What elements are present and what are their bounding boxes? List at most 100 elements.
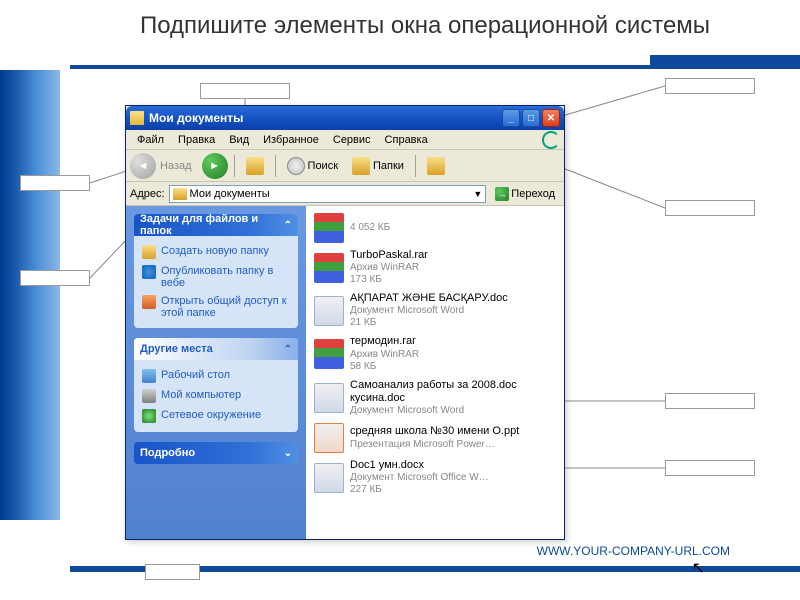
desktop-icon: [142, 369, 156, 383]
view-mode-button[interactable]: [422, 155, 450, 177]
callout-box[interactable]: [665, 460, 755, 476]
file-icon: [314, 463, 344, 493]
titlebar[interactable]: Мои документы _ □ ✕: [126, 106, 564, 130]
go-icon: →: [495, 187, 509, 201]
task-publish[interactable]: Опубликовать папку в вебе: [142, 262, 290, 292]
file-item[interactable]: средняя школа №30 имени О.ppt Презентаци…: [310, 420, 560, 456]
toolbar: ◄ Назад ► Поиск Папки: [126, 150, 564, 182]
place-computer[interactable]: Мой компьютер: [142, 386, 290, 406]
file-item[interactable]: термодин.rar Архив WinRAR 58 КБ: [310, 332, 560, 375]
separator: [234, 155, 235, 177]
callout-box[interactable]: [20, 270, 90, 286]
menu-help[interactable]: Справка: [378, 132, 435, 148]
menu-view[interactable]: Вид: [222, 132, 256, 148]
tasks-group: Задачи для файлов и папок ⌃ Создать нову…: [134, 214, 298, 328]
folders-icon: [352, 157, 370, 175]
share-icon: [142, 295, 156, 309]
file-size: 4 052 КБ: [350, 222, 390, 234]
file-type: Документ Microsoft Word: [350, 305, 508, 317]
place-network[interactable]: Сетевое окружение: [142, 406, 290, 426]
menu-favorites[interactable]: Избранное: [256, 132, 326, 148]
place-desktop[interactable]: Рабочий стол: [142, 366, 290, 386]
file-type: Презентация Microsoft Power…: [350, 439, 519, 451]
file-icon: [314, 383, 344, 413]
address-label: Адрес:: [130, 188, 165, 200]
back-label: Назад: [160, 160, 192, 172]
separator: [275, 155, 276, 177]
file-type: Архив WinRAR: [350, 349, 419, 361]
expand-icon: ⌄: [284, 448, 292, 459]
file-item[interactable]: 4 052 КБ: [310, 210, 560, 246]
file-size: 227 КБ: [350, 484, 489, 496]
file-list[interactable]: 4 052 КБ TurboPaskal.rar Архив WinRAR 17…: [306, 206, 564, 539]
folder-icon: [173, 188, 187, 200]
new-folder-icon: [142, 245, 156, 259]
cursor-icon: ↖: [692, 558, 705, 578]
callout-box[interactable]: [665, 393, 755, 409]
details-group: Подробно ⌄: [134, 442, 298, 464]
callout-box[interactable]: [665, 78, 755, 94]
folders-button[interactable]: Папки: [347, 155, 409, 177]
task-new-folder[interactable]: Создать новую папку: [142, 242, 290, 262]
separator: [415, 155, 416, 177]
file-icon: [314, 253, 344, 283]
file-icon: [314, 339, 344, 369]
computer-icon: [142, 389, 156, 403]
file-icon: [314, 423, 344, 453]
menu-tools[interactable]: Сервис: [326, 132, 378, 148]
callout-box[interactable]: [145, 564, 200, 580]
file-name: Самоанализ работы за 2008.doc кусина.doc: [350, 379, 556, 405]
file-type: Архив WinRAR: [350, 262, 428, 274]
file-size: 21 КБ: [350, 317, 508, 329]
address-value: Мои документы: [190, 188, 270, 200]
slide-accent: [0, 70, 60, 520]
publish-icon: [142, 265, 156, 279]
file-name: средняя школа №30 имени О.ppt: [350, 425, 519, 438]
places-group: Другие места ⌃ Рабочий стол Мой компьюте…: [134, 338, 298, 432]
folder-icon: [130, 111, 144, 125]
menubar: Файл Правка Вид Избранное Сервис Справка: [126, 130, 564, 150]
collapse-icon: ⌃: [284, 220, 292, 231]
file-item[interactable]: Doc1 умн.docx Документ Microsoft Office …: [310, 456, 560, 499]
callout-box[interactable]: [200, 83, 290, 99]
details-header[interactable]: Подробно ⌄: [134, 442, 298, 464]
up-button[interactable]: [241, 155, 269, 177]
forward-button[interactable]: ►: [202, 153, 228, 179]
slide-title: Подпишите элементы окна операционной сис…: [100, 12, 750, 40]
task-share[interactable]: Открыть общий доступ к этой папке: [142, 292, 290, 322]
task-pane: Задачи для файлов и папок ⌃ Создать нову…: [126, 206, 306, 539]
tasks-header[interactable]: Задачи для файлов и папок ⌃: [134, 214, 298, 236]
view-icon: [427, 157, 445, 175]
file-size: 173 КБ: [350, 274, 428, 286]
slide-accent-bar: [650, 55, 800, 67]
places-header[interactable]: Другие места ⌃: [134, 338, 298, 360]
brand-icon: [542, 131, 560, 149]
callout-box[interactable]: [20, 175, 90, 191]
file-name: TurboPaskal.rar: [350, 249, 428, 262]
search-button[interactable]: Поиск: [282, 155, 343, 177]
back-button[interactable]: ◄: [130, 153, 156, 179]
addressbar: Адрес: Мои документы ▼ → Переход: [126, 182, 564, 206]
file-size: 58 КБ: [350, 361, 419, 373]
explorer-window: Мои документы _ □ ✕ Файл Правка Вид Избр…: [125, 105, 565, 540]
maximize-button[interactable]: □: [522, 109, 540, 127]
menu-file[interactable]: Файл: [130, 132, 171, 148]
close-button[interactable]: ✕: [542, 109, 560, 127]
window-title: Мои документы: [149, 111, 243, 125]
network-icon: [142, 409, 156, 423]
go-button[interactable]: → Переход: [490, 185, 560, 203]
dropdown-icon[interactable]: ▼: [473, 189, 482, 199]
file-icon: [314, 213, 344, 243]
file-icon: [314, 296, 344, 326]
callout-box[interactable]: [665, 200, 755, 216]
menu-edit[interactable]: Правка: [171, 132, 222, 148]
minimize-button[interactable]: _: [502, 109, 520, 127]
search-icon: [287, 157, 305, 175]
file-item[interactable]: АҚПАРАТ ЖӘНЕ БАСҚАРУ.doc Документ Micros…: [310, 289, 560, 332]
slide-footer-url: WWW.YOUR-COMPANY-URL.COM: [537, 544, 730, 558]
file-item[interactable]: Самоанализ работы за 2008.doc кусина.doc…: [310, 376, 560, 420]
address-field[interactable]: Мои документы ▼: [169, 185, 487, 203]
file-name: АҚПАРАТ ЖӘНЕ БАСҚАРУ.doc: [350, 292, 508, 305]
file-type: Документ Microsoft Office W…: [350, 472, 489, 484]
file-item[interactable]: TurboPaskal.rar Архив WinRAR 173 КБ: [310, 246, 560, 289]
